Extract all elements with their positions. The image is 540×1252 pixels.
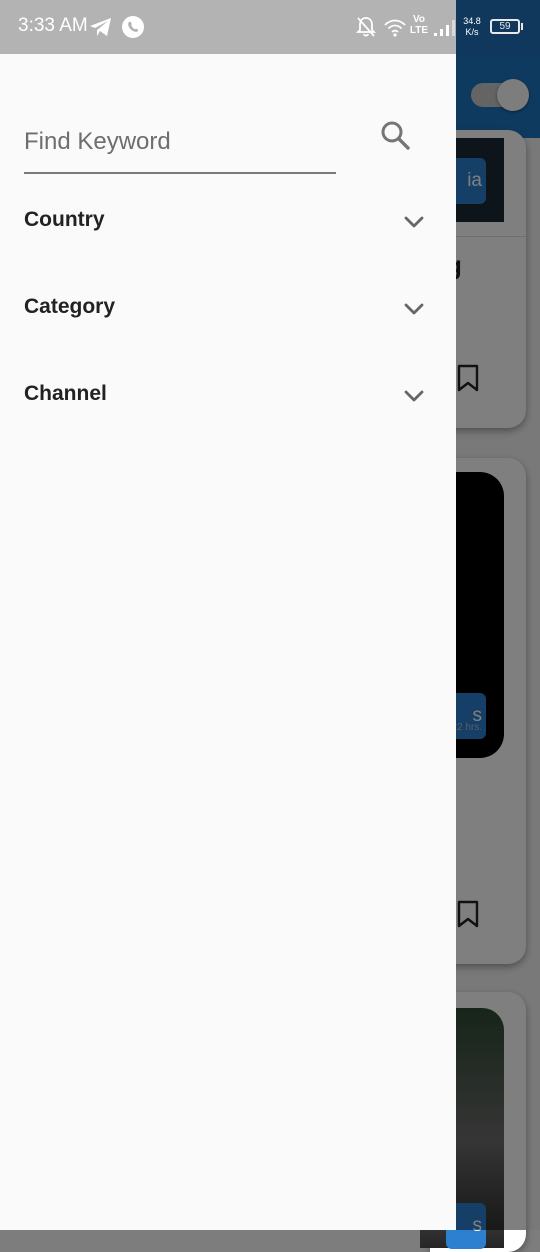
notifications-off-icon	[356, 17, 376, 37]
network-speed-unit: K/s	[465, 27, 479, 37]
keyword-search-input[interactable]	[24, 122, 324, 162]
filter-drawer: Country Category Channel	[0, 54, 456, 1230]
volte-icon: Vo LTE	[409, 14, 429, 36]
battery-icon: 59	[490, 19, 520, 34]
filter-category-label: Category	[24, 295, 116, 318]
volte-label-bottom: LTE	[409, 25, 429, 36]
whatsapp-icon	[122, 16, 144, 38]
telegram-icon	[90, 18, 111, 36]
filter-channel-label: Channel	[24, 382, 107, 405]
search-icon[interactable]	[378, 118, 412, 152]
signal-icon	[434, 20, 455, 36]
status-bar: 3:33 AM Vo LTE 34.8 K/s 59	[0, 0, 540, 54]
network-speed: 34.8 K/s	[462, 16, 482, 38]
filter-country-label: Country	[24, 208, 105, 231]
wifi-icon	[384, 19, 406, 37]
keyword-search-field	[24, 110, 336, 174]
chevron-down-icon	[404, 390, 424, 402]
network-speed-value: 34.8	[463, 16, 481, 26]
battery-level: 59	[499, 21, 511, 32]
filter-channel[interactable]: Channel	[0, 352, 456, 438]
filter-category[interactable]: Category	[0, 265, 456, 351]
volte-label-top: Vo	[412, 14, 426, 25]
status-time: 3:33 AM	[18, 15, 88, 36]
filter-country[interactable]: Country	[0, 178, 456, 264]
battery-tip	[521, 23, 523, 30]
chevron-down-icon	[404, 303, 424, 315]
chevron-down-icon	[404, 216, 424, 228]
